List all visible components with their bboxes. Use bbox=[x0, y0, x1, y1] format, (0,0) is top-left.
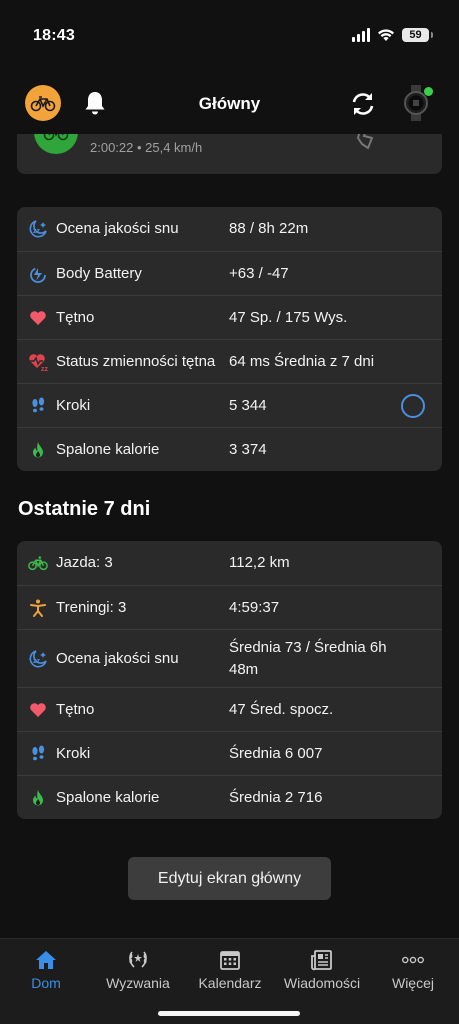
tab-label: Wyzwania bbox=[106, 975, 170, 991]
stat-label: Treningi: 3 bbox=[56, 599, 127, 616]
steps-goal-ring-icon bbox=[401, 394, 425, 418]
laurel-icon bbox=[126, 948, 150, 972]
tab-label: Dom bbox=[31, 975, 61, 991]
tab-label: Wiadomości bbox=[283, 975, 361, 991]
stat-label: Tętno bbox=[56, 701, 95, 718]
heart-icon bbox=[28, 700, 48, 720]
tab-more[interactable]: Więcej bbox=[367, 939, 459, 999]
stat-row[interactable]: zz Ocena jakości snu 88 / 8h 22m bbox=[17, 207, 442, 251]
stat-value: 4:59:37 bbox=[229, 599, 280, 616]
stat-row[interactable]: zz Status zmienności tętna 64 ms Średnia z… bbox=[17, 339, 442, 383]
stat-row[interactable]: Kroki 5 344 bbox=[17, 383, 442, 427]
stat-value: 64 ms Średnia z 7 dni bbox=[229, 353, 375, 370]
status-time: 18:43 bbox=[33, 27, 75, 44]
page-title: Główny bbox=[198, 94, 261, 113]
stat-row[interactable]: Spalone kalorie 3 374 bbox=[17, 427, 442, 471]
tab-label: Więcej bbox=[391, 975, 434, 991]
stat-value: 47 Śred. spocz. bbox=[229, 701, 334, 718]
stat-label: Status zmienności tętna bbox=[56, 353, 216, 370]
stat-value: +63 / -47 bbox=[229, 265, 289, 282]
device-connected-indicator bbox=[424, 87, 433, 96]
tab-label: Kalendarz bbox=[198, 975, 262, 991]
stat-label: Body Battery bbox=[56, 265, 142, 282]
stat-row[interactable]: zz Ocena jakości snu Średnia 73 / Średnia … bbox=[17, 629, 442, 687]
tab-laurel[interactable]: Wyzwania bbox=[92, 939, 184, 999]
tab-calendar[interactable]: Kalendarz bbox=[184, 939, 276, 999]
stat-label: Spalone kalorie bbox=[56, 789, 160, 806]
sleep-icon: zz bbox=[28, 219, 48, 239]
stat-label: Ocena jakości snu bbox=[56, 220, 179, 237]
status-bar: 18:43 59 bbox=[0, 0, 459, 72]
home-icon bbox=[34, 948, 58, 972]
tab-news[interactable]: Wiadomości bbox=[276, 939, 368, 999]
svg-text:zz: zz bbox=[33, 658, 41, 665]
last-7-days-card: Jazda: 3 112,2 km Treningi: 3 4:59:37 zz Ocen… bbox=[17, 541, 442, 819]
steps-icon bbox=[28, 396, 48, 416]
stat-row[interactable]: Treningi: 3 4:59:37 bbox=[17, 585, 442, 629]
bike-icon bbox=[28, 553, 48, 573]
section-title-last-7-days: Ostatnie 7 dni bbox=[18, 498, 151, 520]
stat-value: 112,2 km bbox=[229, 554, 290, 571]
sleep-icon: zz bbox=[28, 649, 48, 669]
stat-row[interactable]: Spalone kalorie Średnia 2 716 bbox=[17, 775, 442, 819]
cellular-signal-icon bbox=[352, 28, 370, 42]
stat-label: Tętno bbox=[56, 309, 95, 326]
stat-row[interactable]: Jazda: 3 112,2 km bbox=[17, 541, 442, 585]
flame-icon bbox=[28, 440, 48, 460]
stat-label: Spalone kalorie bbox=[56, 441, 160, 458]
stat-value: 47 Sp. / 175 Wys. bbox=[229, 309, 348, 326]
stat-value: Średnia 6 007 bbox=[229, 745, 323, 762]
workout-icon bbox=[28, 598, 48, 618]
stat-value: 5 344 bbox=[229, 397, 267, 414]
tab-home[interactable]: Dom bbox=[0, 939, 92, 999]
today-stats-card: zz Ocena jakości snu 88 / 8h 22m Body Batte… bbox=[17, 207, 442, 471]
stat-value: Średnia 2 716 bbox=[229, 789, 323, 806]
sync-icon[interactable] bbox=[348, 89, 378, 119]
app-header: Główny bbox=[0, 72, 459, 134]
flame-icon bbox=[28, 788, 48, 808]
hrv-icon: zz bbox=[28, 352, 48, 372]
svg-text:zz: zz bbox=[33, 228, 41, 235]
heart-icon bbox=[28, 308, 48, 328]
svg-text:zz: zz bbox=[41, 366, 48, 372]
stat-row[interactable]: Tętno 47 Sp. / 175 Wys. bbox=[17, 295, 442, 339]
news-icon bbox=[310, 948, 334, 972]
stat-row[interactable]: Tętno 47 Śred. spocz. bbox=[17, 687, 442, 731]
stat-row[interactable]: Kroki Średnia 6 007 bbox=[17, 731, 442, 775]
stat-label: Ocena jakości snu bbox=[56, 650, 179, 667]
stat-value: 3 374 bbox=[229, 441, 267, 458]
edit-home-screen-button[interactable]: Edytuj ekran główny bbox=[128, 857, 331, 900]
stat-value: 88 / 8h 22m bbox=[229, 220, 309, 237]
calendar-icon bbox=[218, 948, 242, 972]
stat-value: Średnia 73 / Średnia 6h 48m bbox=[229, 639, 387, 678]
home-indicator bbox=[158, 1011, 300, 1016]
wifi-icon bbox=[378, 29, 394, 41]
more-icon bbox=[401, 948, 425, 972]
battery-indicator: 59 bbox=[402, 28, 433, 42]
stat-row[interactable]: Body Battery +63 / -47 bbox=[17, 251, 442, 295]
stat-label: Kroki bbox=[56, 745, 91, 762]
stat-label: Jazda: 3 bbox=[56, 554, 113, 571]
stat-label: Kroki bbox=[56, 397, 91, 414]
steps-icon bbox=[28, 744, 48, 764]
body-battery-icon bbox=[28, 264, 48, 284]
activity-meta: 2:00:22 • 25,4 km/h bbox=[90, 140, 203, 155]
